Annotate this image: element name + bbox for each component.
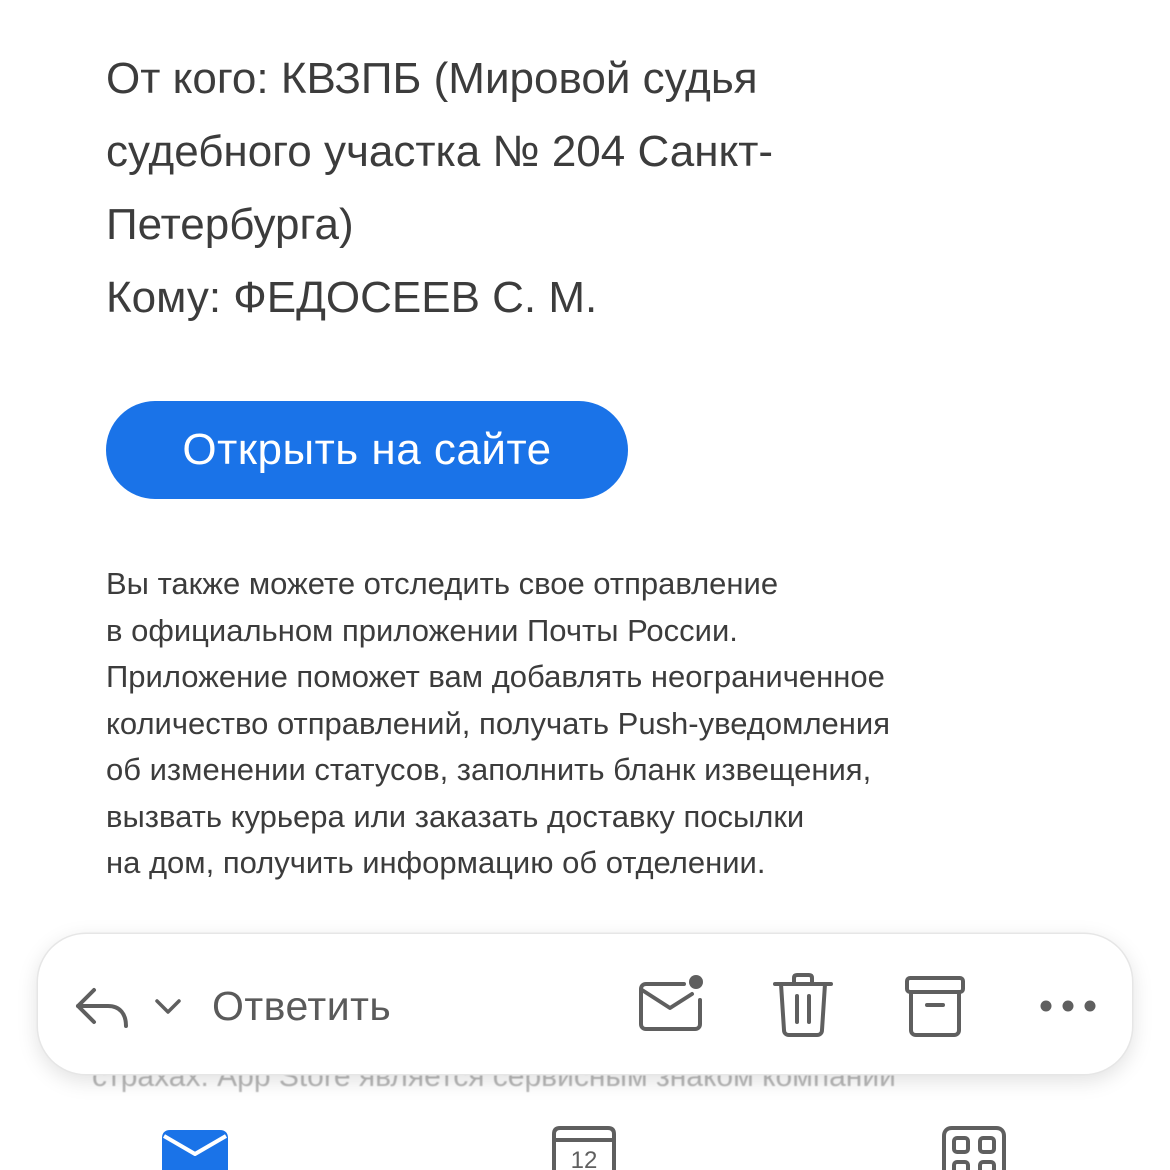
info-line: об изменении статусов, заполнить бланк и… (106, 752, 872, 787)
info-line: на дом, получить информацию об отделении… (106, 845, 766, 880)
chevron-down-icon[interactable] (148, 986, 188, 1026)
open-on-site-button[interactable]: Открыть на сайте (106, 401, 628, 499)
info-line: вызвать курьера или заказать доставку по… (106, 798, 805, 834)
info-line: Приложение поможет вам добавлять неогран… (106, 659, 885, 694)
info-line: Вы также можете отследить свое отправлен… (106, 566, 779, 601)
message-header: От кого: КВЗПБ (Мировой судья судебного … (106, 42, 1006, 334)
reply-icon[interactable] (70, 974, 134, 1038)
apps-tab-icon[interactable] (940, 1124, 1008, 1170)
sender-line-2: судебного участка № 204 Санкт- (106, 127, 774, 176)
reply-button[interactable]: Ответить (212, 978, 391, 1034)
mail-unread-icon[interactable] (636, 972, 708, 1036)
mail-tab-icon[interactable] (158, 1126, 232, 1170)
tracking-info-text: Вы также можете отследить свое отправлен… (106, 561, 1066, 887)
calendar-day-number: 12 (571, 1147, 598, 1170)
more-icon[interactable] (1034, 978, 1102, 1034)
trash-icon[interactable] (770, 970, 836, 1040)
bottom-navigation: 12 (0, 1120, 1170, 1170)
sender-line-3: Петербурга) (106, 200, 354, 249)
recipient-line: Кому: ФЕДОСЕЕВ С. М. (106, 273, 598, 322)
archive-icon[interactable] (902, 970, 968, 1040)
info-line: количество отправлений, получать Push-ув… (106, 705, 890, 741)
info-line: в официальном приложении Почты России. (106, 612, 738, 648)
message-action-toolbar: Ответить (38, 934, 1132, 1074)
calendar-tab-icon[interactable]: 12 (550, 1124, 618, 1170)
sender-line-1: От кого: КВЗПБ (Мировой судья (106, 54, 758, 103)
email-view: От кого: КВЗПБ (Мировой судья судебного … (0, 0, 1170, 1170)
